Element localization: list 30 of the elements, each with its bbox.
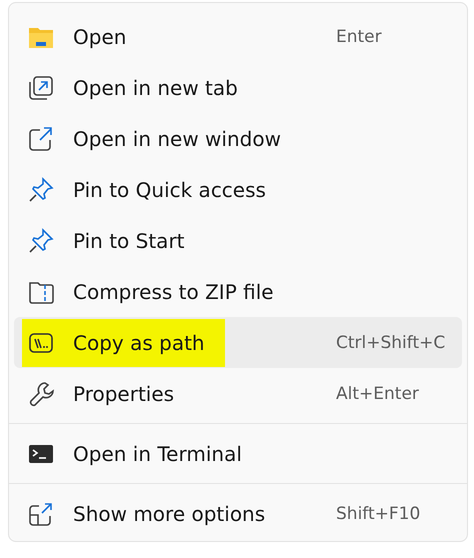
pin-icon <box>28 176 54 202</box>
menu-item-label: Pin to Start <box>73 228 185 252</box>
menu-item-label: Open in Terminal <box>73 442 242 466</box>
shortcut-text: Ctrl+Shift+C <box>336 332 446 352</box>
menu-item-label: Copy as path <box>73 330 205 354</box>
menu-item[interactable]: Open in new tab <box>14 62 462 113</box>
menu-item-label: Show more options <box>73 502 266 526</box>
menu-item-label: Compress to ZIP file <box>73 280 274 304</box>
menu-item[interactable]: Copy as path Ctrl+Shift+C <box>14 317 462 368</box>
menu-item[interactable]: Pin to Quick access <box>14 164 462 215</box>
more-options-icon <box>28 500 54 526</box>
menu-item[interactable]: Open in new window <box>14 113 462 164</box>
menu-item[interactable]: Open Enter <box>14 11 462 62</box>
menu-item[interactable]: Properties Alt+Enter <box>14 368 462 419</box>
menu-item-label: Open in new window <box>73 126 281 150</box>
menu-item[interactable]: Compress to ZIP file <box>14 266 462 317</box>
menu-item-label: Open <box>73 24 126 48</box>
pin-icon <box>28 228 54 254</box>
wrench-icon <box>28 380 54 406</box>
open-window-icon <box>28 126 54 152</box>
menu-item[interactable]: Open in Terminal <box>14 428 462 479</box>
menu-item[interactable]: Show more options Shift+F10 <box>14 488 462 539</box>
menu-item-label: Properties <box>73 382 174 406</box>
shortcut-text: Alt+Enter <box>336 384 420 404</box>
menu-item[interactable]: Pin to Start <box>14 215 462 266</box>
shortcut-text: Enter <box>336 26 383 46</box>
shortcut-text: Shift+F10 <box>336 504 422 524</box>
new-tab-icon <box>28 74 54 100</box>
menu-item-label: Pin to Quick access <box>73 178 266 202</box>
menu-item-label: Open in new tab <box>73 76 238 100</box>
